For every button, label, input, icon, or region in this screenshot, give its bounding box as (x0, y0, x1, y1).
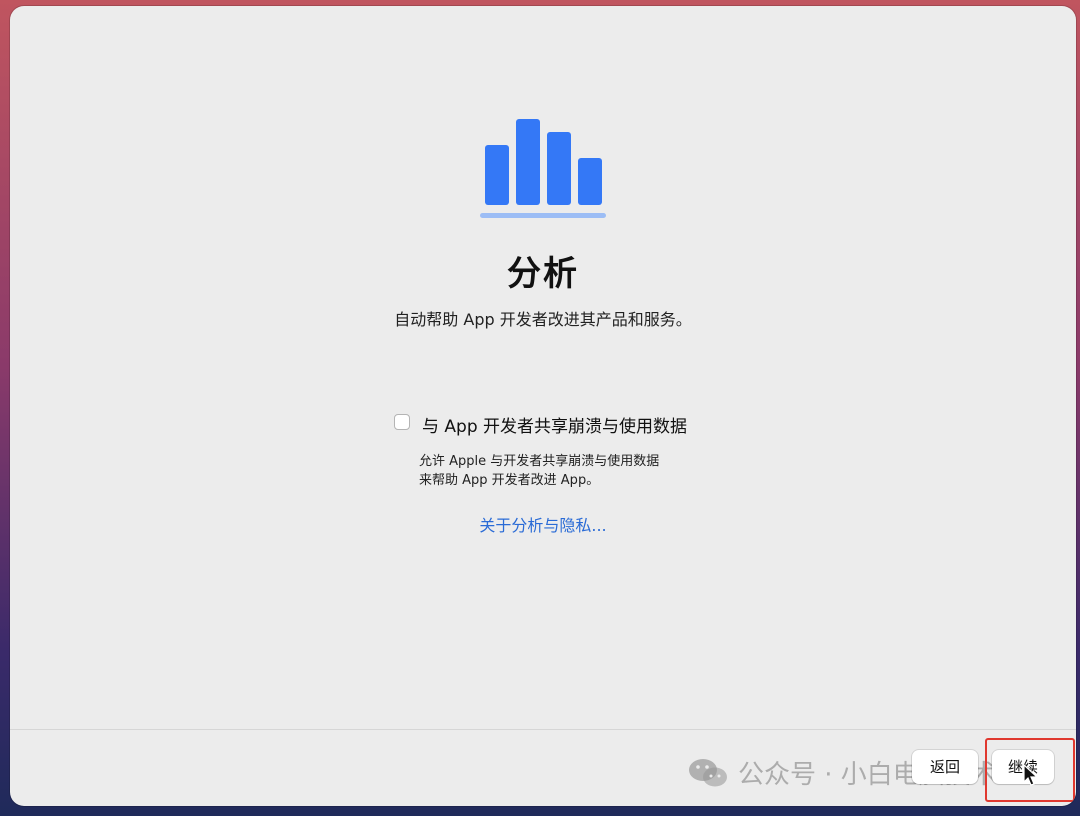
bar-chart-icon (480, 119, 606, 218)
mouse-pointer-icon (1023, 764, 1039, 786)
wechat-icon (689, 758, 727, 786)
description-line-2: 来帮助 App 开发者改进 App。 (419, 473, 600, 488)
footer-divider (10, 729, 1076, 730)
page-title: 分析 (507, 254, 579, 294)
description-line-1: 允许 Apple 与开发者共享崩溃与使用数据 (419, 454, 660, 469)
page-subtitle: 自动帮助 App 开发者改进其产品和服务。 (394, 310, 692, 329)
share-data-checkbox[interactable] (394, 414, 410, 430)
setup-assistant-window: 分析 自动帮助 App 开发者改进其产品和服务。 与 App 开发者共享崩溃与使… (10, 6, 1076, 806)
about-analytics-privacy-link[interactable]: 关于分析与隐私... (10, 512, 1076, 536)
share-data-label[interactable]: 与 App 开发者共享崩溃与使用数据 (422, 412, 687, 437)
back-button[interactable]: 返回 (912, 750, 978, 784)
share-data-description: 允许 Apple 与开发者共享崩溃与使用数据 来帮助 App 开发者改进 App… (419, 452, 659, 490)
